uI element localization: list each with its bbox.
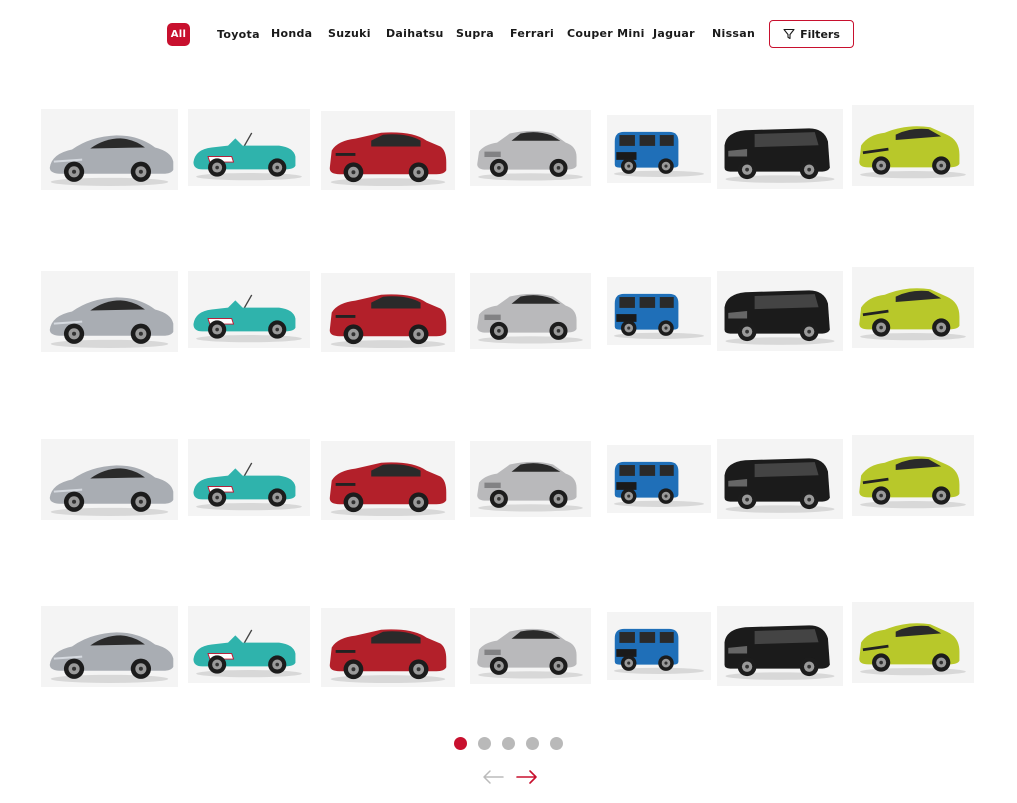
car-card-suzuki-jimny[interactable] [607, 445, 711, 513]
pagination-dot[interactable] [550, 737, 563, 750]
car-image [613, 461, 705, 507]
car-card-toyota-corolla-cross[interactable] [321, 273, 455, 352]
car-card-suzuki-jimny[interactable] [607, 115, 711, 183]
car-image [329, 132, 447, 187]
car-card-toyota-supra[interactable] [41, 606, 178, 687]
pagination-dot[interactable] [454, 737, 467, 750]
car-card-mini-convertible[interactable] [188, 606, 310, 683]
car-image [724, 625, 835, 680]
car-card-toyota-corolla-cross[interactable] [321, 441, 455, 520]
car-card-toyota-voxy[interactable] [717, 606, 843, 686]
car-image [477, 628, 583, 679]
car-image [724, 128, 835, 183]
car-card-toyota-vios[interactable] [470, 273, 591, 349]
car-card-toyota-voxy[interactable] [717, 439, 843, 519]
car-image [613, 131, 705, 177]
car-image [49, 297, 174, 348]
car-card-toyota-voxy[interactable] [717, 109, 843, 189]
car-image [193, 132, 302, 181]
car-image [49, 465, 174, 516]
car-card-mini-convertible[interactable] [188, 109, 310, 186]
car-card-toyota-yaris[interactable] [852, 602, 974, 683]
pagination-dots [454, 737, 563, 751]
car-image [859, 623, 966, 676]
car-card-toyota-voxy[interactable] [717, 271, 843, 351]
car-card-suzuki-jimny[interactable] [607, 612, 711, 680]
carousel-arrows [482, 768, 538, 786]
car-image [724, 458, 835, 513]
car-image [49, 135, 174, 186]
car-card-toyota-yaris[interactable] [852, 105, 974, 186]
car-card-mini-convertible[interactable] [188, 439, 310, 516]
car-image [49, 632, 174, 683]
car-card-suzuki-jimny[interactable] [607, 277, 711, 345]
arrow-left-icon[interactable] [482, 768, 504, 786]
car-card-toyota-supra[interactable] [41, 439, 178, 520]
car-image [477, 293, 583, 344]
car-image [477, 130, 583, 181]
car-card-toyota-vios[interactable] [470, 608, 591, 684]
car-image [193, 629, 302, 678]
car-image [193, 294, 302, 343]
car-card-toyota-corolla-cross[interactable] [321, 111, 455, 190]
pagination-dot[interactable] [502, 737, 515, 750]
pagination-dot[interactable] [478, 737, 491, 750]
car-image [329, 462, 447, 517]
car-image [477, 461, 583, 512]
car-card-toyota-vios[interactable] [470, 110, 591, 186]
car-image [724, 290, 835, 345]
car-grid [0, 0, 1017, 720]
car-image [329, 629, 447, 684]
car-image [859, 456, 966, 509]
car-card-toyota-supra[interactable] [41, 109, 178, 190]
car-card-mini-convertible[interactable] [188, 271, 310, 348]
car-image [859, 126, 966, 179]
car-image [193, 462, 302, 511]
car-image [613, 628, 705, 674]
car-image [613, 293, 705, 339]
pagination-dot[interactable] [526, 737, 539, 750]
car-image [859, 288, 966, 341]
car-image [329, 294, 447, 349]
arrow-right-icon[interactable] [516, 768, 538, 786]
car-card-toyota-vios[interactable] [470, 441, 591, 517]
car-card-toyota-yaris[interactable] [852, 435, 974, 516]
car-card-toyota-corolla-cross[interactable] [321, 608, 455, 687]
car-card-toyota-yaris[interactable] [852, 267, 974, 348]
car-card-toyota-supra[interactable] [41, 271, 178, 352]
